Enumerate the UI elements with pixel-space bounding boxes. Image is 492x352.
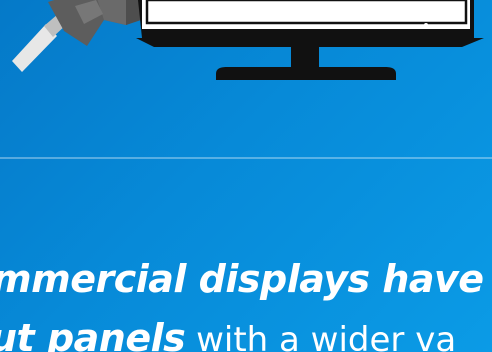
pen-icon: [12, 14, 67, 72]
subline-regular: with a wider va: [185, 320, 457, 352]
display-icon: [136, 0, 484, 80]
subline-text: ut panels with a wider va: [0, 316, 492, 352]
subline-strong: ut panels: [0, 316, 186, 352]
headline-text: mmercial displays have: [0, 257, 484, 301]
hero-illustration: [12, 0, 484, 80]
hand-icon: [48, 0, 153, 46]
promo-stage: mmercial displays have ut panels with a …: [0, 0, 492, 352]
section-divider: [0, 157, 492, 159]
